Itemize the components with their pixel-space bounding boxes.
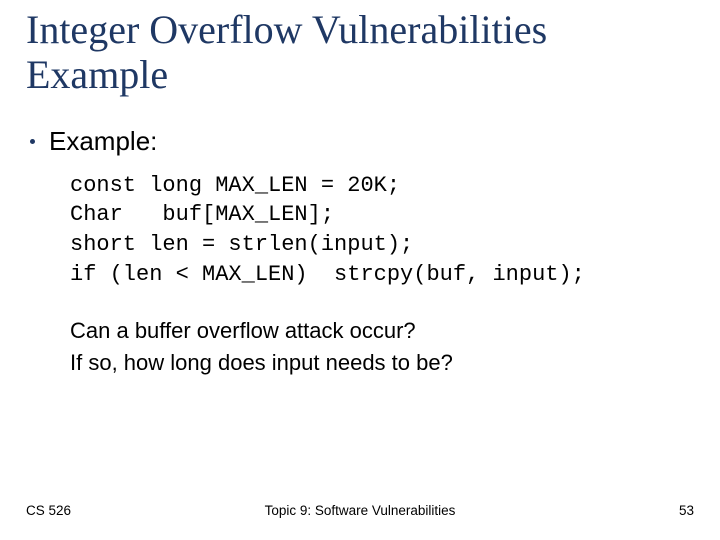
- question-block: Can a buffer overflow attack occur? If s…: [70, 315, 694, 379]
- code-line: const long MAX_LEN = 20K;: [70, 173, 400, 198]
- slide-title: Integer Overflow Vulnerabilities Example: [26, 8, 694, 98]
- footer-page: 53: [679, 503, 694, 518]
- question-line: If so, how long does input needs to be?: [70, 347, 694, 379]
- code-block: const long MAX_LEN = 20K; Char buf[MAX_L…: [70, 171, 694, 290]
- code-line: short len = strlen(input);: [70, 232, 413, 257]
- question-line: Can a buffer overflow attack occur?: [70, 315, 694, 347]
- slide: Integer Overflow Vulnerabilities Example…: [0, 0, 720, 540]
- footer-topic: Topic 9: Software Vulnerabilities: [0, 503, 720, 518]
- code-line: Char buf[MAX_LEN];: [70, 202, 334, 227]
- bullet-dot-icon: [30, 139, 35, 144]
- bullet-item: Example:: [30, 126, 694, 157]
- code-line: if (len < MAX_LEN) strcpy(buf, input);: [70, 262, 585, 287]
- bullet-label: Example:: [49, 126, 157, 157]
